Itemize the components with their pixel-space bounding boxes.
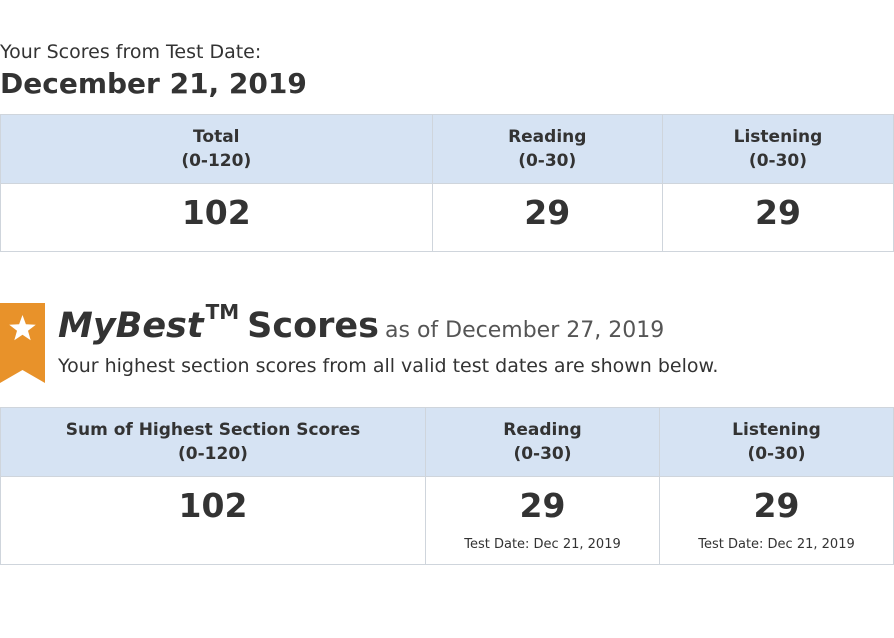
listening-header: Listening (0-30) bbox=[661, 114, 894, 184]
mybest-listening-range: (0-30) bbox=[747, 444, 806, 464]
mybest-reading-range: (0-30) bbox=[513, 444, 572, 464]
star-ribbon-icon bbox=[0, 303, 45, 383]
mybest-header-row: Sum of Highest Section Scores (0-120) Re… bbox=[0, 407, 894, 477]
mybest-reading-header: Reading (0-30) bbox=[424, 407, 660, 477]
reading-test-date: Test Date: Dec 21, 2019 bbox=[464, 537, 621, 552]
trademark-mark: TM bbox=[205, 300, 240, 324]
listening-score: 29 bbox=[755, 193, 801, 232]
total-score: 102 bbox=[181, 193, 251, 232]
mybest-listening-label: Listening bbox=[732, 420, 821, 440]
scores-table: Total (0-120) Reading (0-30) Listening (… bbox=[0, 114, 894, 252]
scores-value-row: 102 29 29 bbox=[0, 183, 894, 252]
sum-score: 102 bbox=[178, 486, 248, 525]
mybest-value-row: 102 29 Test Date: Dec 21, 2019 29 Test D… bbox=[0, 476, 894, 565]
total-header-range: (0-120) bbox=[181, 151, 252, 171]
page-title: December 21, 2019 bbox=[0, 67, 307, 100]
mybest-brand: MyBest bbox=[58, 306, 204, 346]
total-header-label: Total bbox=[193, 127, 240, 147]
listening-header-label: Listening bbox=[733, 127, 823, 147]
mybest-reading-score: 29 bbox=[519, 486, 566, 525]
mybest-reading-label: Reading bbox=[503, 420, 582, 440]
reading-score: 29 bbox=[524, 193, 571, 232]
reading-header-range: (0-30) bbox=[518, 151, 577, 171]
mybest-description: Your highest section scores from all val… bbox=[58, 355, 719, 377]
mybest-listening-cell: 29 Test Date: Dec 21, 2019 bbox=[658, 476, 894, 565]
sum-header-label: Sum of Highest Section Scores bbox=[65, 420, 361, 440]
mybest-reading-cell: 29 Test Date: Dec 21, 2019 bbox=[424, 476, 660, 565]
mybest-as-of: as of December 27, 2019 bbox=[385, 318, 665, 343]
sum-header-range: (0-120) bbox=[178, 444, 248, 464]
mybest-scores-word: Scores bbox=[247, 306, 380, 346]
mybest-listening-header: Listening (0-30) bbox=[658, 407, 894, 477]
subhead: Your Scores from Test Date: bbox=[0, 41, 262, 63]
scores-header-row: Total (0-120) Reading (0-30) Listening (… bbox=[0, 114, 894, 184]
reading-header: Reading (0-30) bbox=[431, 114, 663, 184]
mybest-title: MyBest TM Scores as of December 27, 2019 bbox=[58, 300, 664, 346]
listening-score-cell: 29 bbox=[661, 183, 894, 252]
total-score-cell: 102 bbox=[0, 183, 433, 252]
mybest-table: Sum of Highest Section Scores (0-120) Re… bbox=[0, 407, 894, 565]
listening-test-date: Test Date: Dec 21, 2019 bbox=[698, 537, 855, 552]
sum-score-cell: 102 bbox=[0, 476, 426, 565]
total-header: Total (0-120) bbox=[0, 114, 433, 184]
reading-header-label: Reading bbox=[508, 127, 587, 147]
listening-header-range: (0-30) bbox=[748, 151, 808, 171]
sum-header: Sum of Highest Section Scores (0-120) bbox=[0, 407, 426, 477]
mybest-listening-score: 29 bbox=[753, 486, 800, 525]
reading-score-cell: 29 bbox=[431, 183, 663, 252]
